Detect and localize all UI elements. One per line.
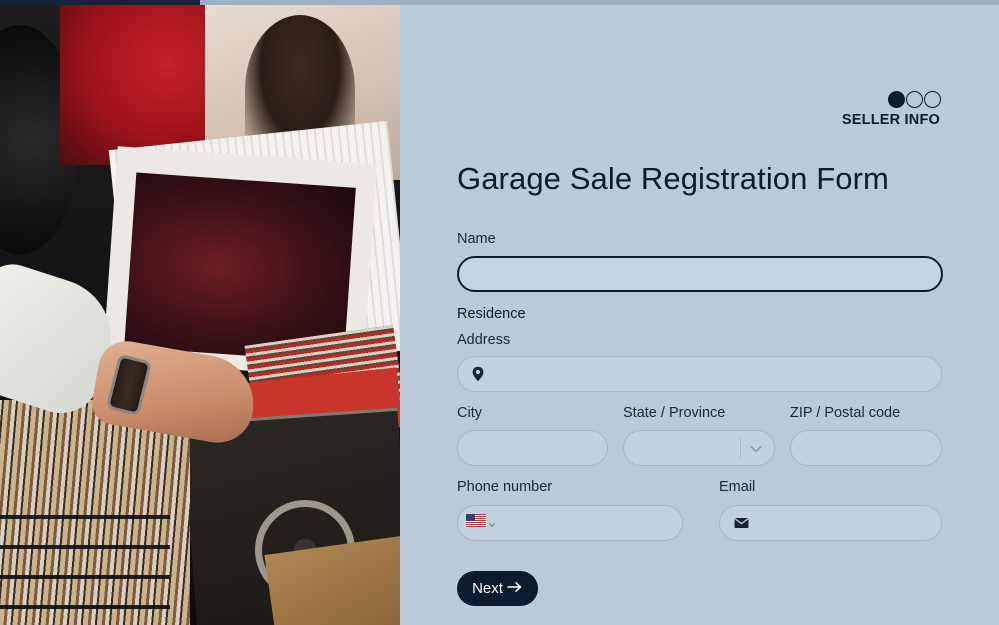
top-progress-bar — [0, 0, 999, 5]
residence-section-label: Residence — [457, 306, 526, 322]
phone-field[interactable] — [457, 505, 683, 541]
step-dot-3 — [924, 91, 941, 108]
step-label: SELLER INFO — [841, 112, 940, 128]
address-input[interactable] — [496, 357, 941, 391]
envelope-icon — [720, 517, 760, 529]
address-label: Address — [457, 332, 511, 348]
phone-input[interactable] — [495, 506, 682, 540]
email-input[interactable] — [760, 506, 941, 540]
email-field[interactable] — [719, 505, 942, 541]
state-divider — [740, 438, 741, 458]
name-input[interactable] — [459, 258, 941, 290]
next-button[interactable]: Next — [457, 571, 538, 606]
hero-photo — [0, 5, 400, 625]
city-field[interactable] — [457, 430, 608, 466]
step-indicator — [888, 91, 941, 108]
next-button-label: Next — [472, 580, 503, 597]
zip-label: ZIP / Postal code — [790, 405, 901, 421]
state-select[interactable] — [623, 430, 775, 466]
name-label: Name — [457, 231, 496, 247]
form-title: Garage Sale Registration Form — [457, 161, 889, 196]
map-pin-icon — [458, 366, 496, 382]
name-field[interactable] — [457, 256, 943, 292]
email-label: Email — [719, 479, 756, 495]
us-flag-icon — [466, 514, 486, 532]
step-dot-1 — [888, 91, 905, 108]
phone-label: Phone number — [457, 479, 553, 495]
form-panel: SELLER INFO Garage Sale Registration For… — [400, 5, 999, 625]
state-label: State / Province — [623, 405, 726, 421]
arrow-right-icon — [507, 580, 523, 597]
zip-field[interactable] — [790, 430, 942, 466]
city-input[interactable] — [458, 431, 607, 465]
step-dot-2 — [906, 91, 923, 108]
top-progress-fill — [0, 0, 200, 5]
country-selector[interactable] — [458, 506, 495, 540]
city-label: City — [457, 405, 482, 421]
chevron-down-icon[interactable] — [747, 440, 765, 458]
address-field[interactable] — [457, 356, 942, 392]
zip-input[interactable] — [791, 431, 941, 465]
